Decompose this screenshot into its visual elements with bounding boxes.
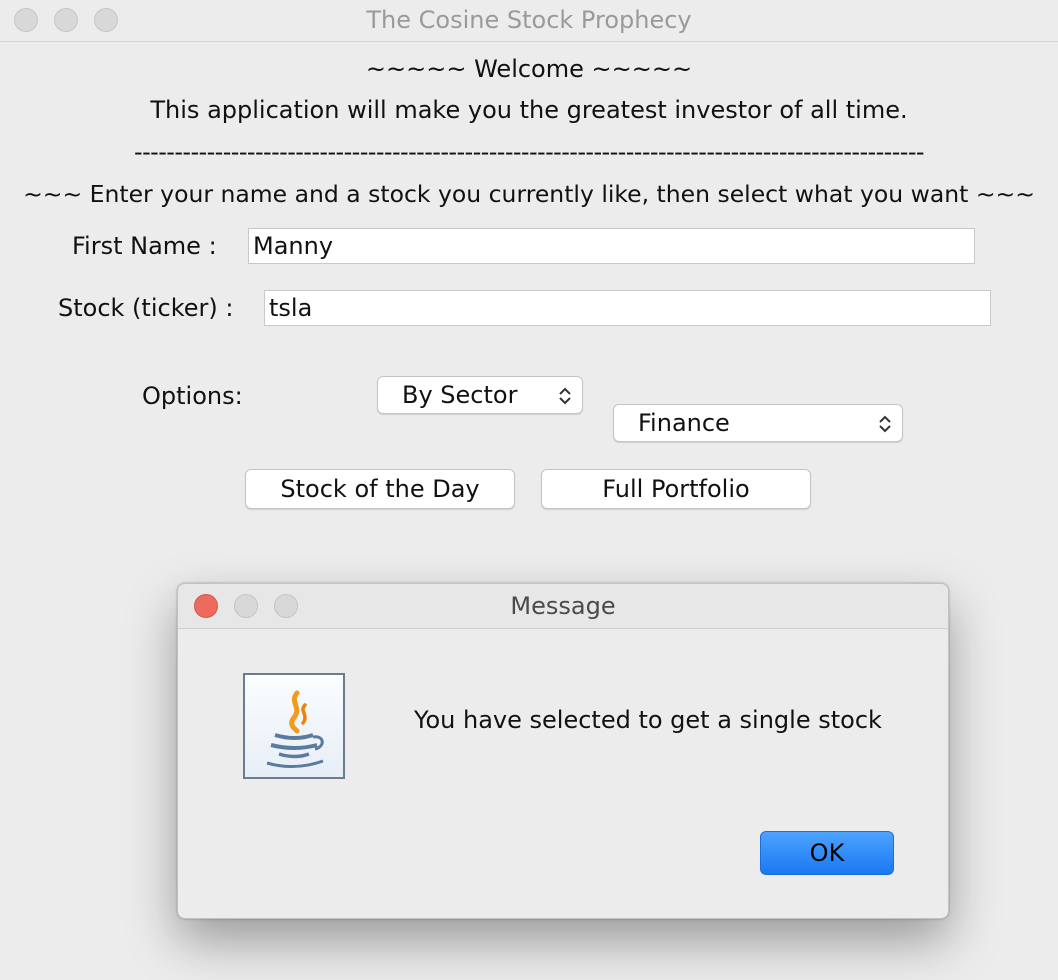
- option-type-select[interactable]: By Sector: [377, 376, 583, 414]
- sector-select[interactable]: Finance: [613, 404, 903, 442]
- option-type-value: By Sector: [402, 381, 518, 409]
- stock-ticker-label: Stock (ticker) :: [58, 294, 234, 322]
- sector-value: Finance: [638, 409, 730, 437]
- instructions: ~~~ Enter your name and a stock you curr…: [23, 180, 1035, 208]
- tagline: This application will make you the great…: [150, 96, 908, 124]
- welcome-heading: ~~~~~ Welcome ~~~~~: [365, 55, 693, 83]
- window-title: The Cosine Stock Prophecy: [366, 6, 692, 34]
- first-name-label: First Name :: [72, 232, 217, 260]
- window-titlebar: The Cosine Stock Prophecy: [0, 0, 1058, 42]
- first-name-input[interactable]: Manny: [248, 228, 975, 264]
- stock-ticker-input[interactable]: tsla: [264, 290, 991, 326]
- dialog-title: Message: [510, 592, 616, 620]
- options-label: Options:: [142, 382, 243, 410]
- dialog-message: You have selected to get a single stock: [414, 706, 882, 734]
- divider-line: ----------------------------------------…: [134, 138, 925, 166]
- updown-chevron-icon: [559, 387, 571, 405]
- java-coffee-cup-icon: [243, 673, 345, 779]
- full-portfolio-button[interactable]: Full Portfolio: [541, 469, 811, 509]
- updown-chevron-icon: [879, 415, 891, 433]
- stock-of-the-day-button[interactable]: Stock of the Day: [245, 469, 515, 509]
- dialog-titlebar: Message: [178, 584, 948, 629]
- ok-button[interactable]: OK: [760, 831, 894, 875]
- message-dialog: Message You have selected to get a singl…: [177, 583, 949, 919]
